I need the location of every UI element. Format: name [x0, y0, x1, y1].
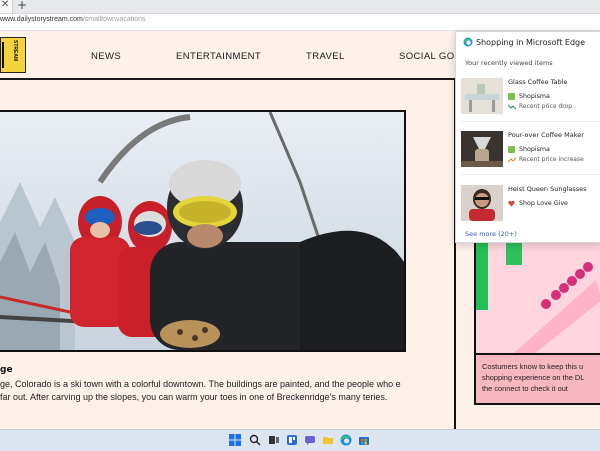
article-body: ge, Colorado is a ski town with a colorf… [0, 379, 401, 402]
url-path: /smalltownvacations [82, 16, 146, 23]
glassware-photo [476, 240, 600, 354]
item-name: Heist Queen Sunglasses [508, 185, 587, 193]
sidebar-product-image[interactable] [474, 238, 600, 356]
chat-icon[interactable] [304, 434, 316, 446]
store-icon[interactable] [358, 434, 370, 446]
store-name: Shopisma [519, 93, 550, 100]
hero-image [0, 110, 406, 352]
panel-title: Shopping in Microsoft Edge [476, 38, 586, 47]
promo-line: shopping experience on the DL [482, 373, 585, 382]
recent-item[interactable]: Pour-over Coffee Maker Shopisma Recent p… [461, 131, 600, 167]
promo-text: Costumers know to keep this u shopping e… [482, 361, 600, 394]
logo-text: STREAM [12, 40, 18, 62]
ski-lift-photo [0, 112, 404, 350]
promo-line: Costumers know to keep this u [482, 362, 584, 371]
see-more-link[interactable]: See more (20+) [465, 230, 517, 238]
shopisma-store-icon [508, 146, 515, 153]
price-drop-icon [508, 104, 516, 110]
item-thumbnail [461, 185, 503, 221]
item-name: Glass Coffee Table [508, 78, 568, 86]
widgets-icon[interactable] [286, 434, 298, 446]
heart-store-icon [508, 200, 515, 207]
recent-item[interactable]: Glass Coffee Table Shopisma Recent price… [461, 78, 600, 114]
new-tab-button[interactable]: + [17, 0, 27, 12]
tab-strip: ✕ + [0, 0, 600, 14]
sidebar-promo-box: Costumers know to keep this u shopping e… [474, 353, 600, 405]
task-view-icon[interactable] [268, 434, 280, 446]
store-name: Shop Love Give [519, 200, 568, 207]
price-trend: Recent price drop [519, 103, 573, 110]
item-divider [461, 174, 600, 175]
price-trend: Recent price increase [519, 156, 584, 163]
promo-line: the connect to check it out [482, 384, 568, 393]
search-icon[interactable] [249, 434, 261, 446]
edge-icon[interactable] [340, 434, 352, 446]
nav-entertainment[interactable]: ENTERTAINMENT [176, 51, 261, 62]
shopping-panel: Shopping in Microsoft Edge Your recently… [455, 31, 600, 243]
nav-news[interactable]: NEWS [91, 51, 121, 62]
item-thumbnail [461, 131, 503, 167]
edge-icon [463, 37, 473, 47]
panel-subtitle: Your recently viewed items [465, 59, 553, 67]
close-tab-icon[interactable]: ✕ [1, 0, 9, 10]
recent-item[interactable]: Heist Queen Sunglasses Shop Love Give [461, 185, 600, 221]
address-bar[interactable]: www.dailystorystream.com/smalltownvacati… [0, 14, 600, 31]
browser-tab[interactable]: ✕ [0, 0, 13, 13]
nav-travel[interactable]: TRAVEL [306, 51, 345, 62]
url-domain: www.dailystorystream.com [0, 16, 83, 23]
taskbar [0, 429, 600, 451]
windows-start-icon[interactable] [229, 434, 241, 446]
url-text[interactable]: www.dailystorystream.com/smalltownvacati… [0, 16, 146, 23]
article-title: ge [0, 365, 13, 375]
item-divider [461, 121, 600, 122]
store-name: Shopisma [519, 146, 550, 153]
file-explorer-icon[interactable] [322, 434, 334, 446]
price-increase-icon [508, 157, 516, 163]
shopisma-store-icon [508, 93, 515, 100]
site-logo[interactable]: STREAM [0, 37, 26, 73]
logo-mark-icon [2, 42, 12, 68]
item-thumbnail [461, 78, 503, 114]
item-name: Pour-over Coffee Maker [508, 131, 584, 139]
